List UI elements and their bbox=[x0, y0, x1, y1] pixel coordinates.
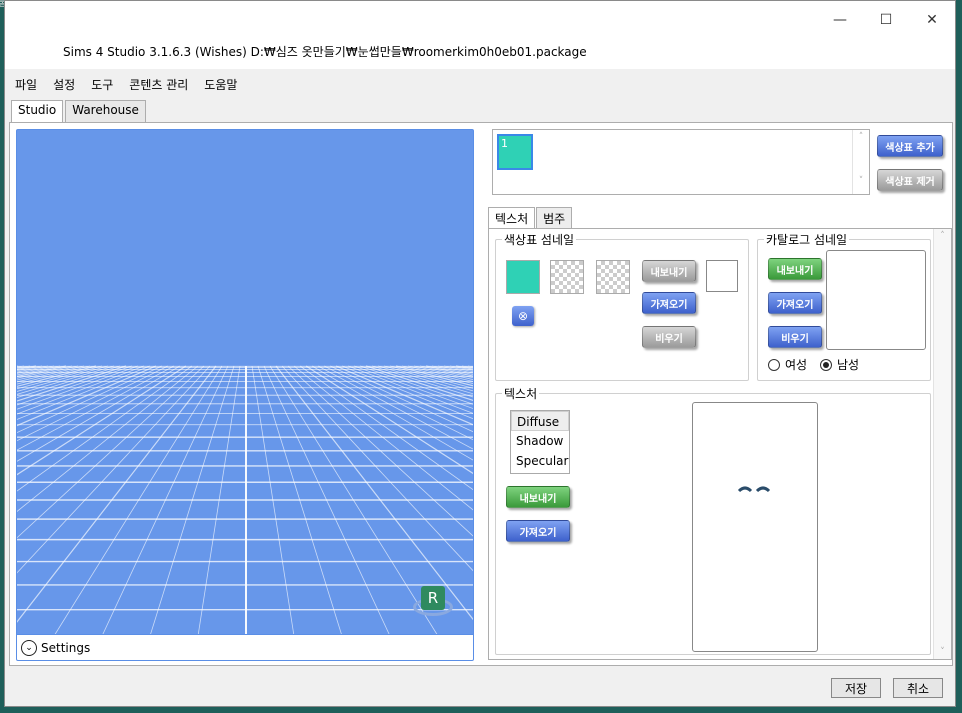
3d-viewport[interactable]: R ⌄ Settings bbox=[16, 129, 474, 661]
settings-label: Settings bbox=[41, 640, 91, 655]
gizmo-r-icon: R bbox=[421, 586, 445, 610]
swatch-thumbnail-group: 색상표 섬네일 내보내기 가져오기 비우기 ⊗ bbox=[495, 231, 749, 381]
cancel-button[interactable]: 취소 bbox=[893, 678, 943, 698]
swatch-editor: 1 ˄ ˅ 색상표 추가 색상표 제거 텍스처 범주 색상표 섬네일 내보내기 … bbox=[484, 123, 954, 667]
remove-swatch-button[interactable]: 색상표 제거 bbox=[877, 169, 943, 191]
texture-preview bbox=[692, 402, 818, 652]
catalog-thumbnail-group: 카탈로그 섬네일 내보내기 가져오기 비우기 여성 남성 bbox=[757, 231, 931, 381]
swatch-number: 1 bbox=[501, 137, 508, 150]
catalog-export-button[interactable]: 내보내기 bbox=[768, 258, 822, 280]
maximize-button[interactable]: ☐ bbox=[863, 7, 909, 33]
minimize-button[interactable]: — bbox=[817, 7, 863, 33]
catalog-clear-button[interactable]: 비우기 bbox=[768, 326, 822, 348]
menu-tools[interactable]: 도구 bbox=[91, 76, 113, 93]
swatch-thumbnail-color[interactable] bbox=[506, 260, 540, 294]
gender-male-option[interactable]: 남성 bbox=[820, 356, 859, 373]
texture-preview-image bbox=[737, 486, 771, 493]
gender-female-label: 여성 bbox=[785, 358, 808, 372]
texture-group: 텍스처 Diffuse Shadow Specular 내보내기 가져오기 bbox=[495, 385, 931, 655]
swatch-item[interactable]: 1 bbox=[497, 134, 533, 170]
texture-item-diffuse[interactable]: Diffuse bbox=[511, 411, 569, 431]
radio-female[interactable] bbox=[768, 358, 780, 371]
swatch-thumb-export-button[interactable]: 내보내기 bbox=[642, 260, 696, 282]
swatch-thumbnail-preview bbox=[706, 260, 738, 292]
swatch-thumbnail-title: 색상표 섬네일 bbox=[502, 231, 577, 248]
swatch-thumbnail-slot-2[interactable] bbox=[550, 260, 584, 294]
texture-export-button[interactable]: 내보내기 bbox=[506, 486, 570, 508]
add-swatch-button[interactable]: 색상표 추가 bbox=[877, 135, 943, 157]
menu-content-management[interactable]: 콘텐츠 관리 bbox=[129, 76, 188, 93]
texture-tab-content: 색상표 섬네일 내보내기 가져오기 비우기 ⊗ 카탈로그 섬네일 내보내기 가져… bbox=[488, 228, 952, 660]
catalog-thumbnail-preview bbox=[826, 250, 926, 350]
swatch-thumbnail-slot-3[interactable] bbox=[596, 260, 630, 294]
window-title: Sims 4 Studio 3.1.6.3 (Wishes) D:₩심즈 옷만들… bbox=[63, 45, 587, 59]
menu-bar: 파일 설정 도구 콘텐츠 관리 도움말 bbox=[5, 69, 955, 99]
gender-male-label: 남성 bbox=[837, 358, 860, 372]
rotate-gizmo[interactable]: R bbox=[413, 584, 453, 624]
menu-file[interactable]: 파일 bbox=[15, 76, 37, 93]
texture-import-button[interactable]: 가져오기 bbox=[506, 520, 570, 542]
studio-panel: R ⌄ Settings 1 ˄ ˅ 색상표 추가 색상표 제거 텍스처 범주 … bbox=[9, 122, 953, 666]
floor-grid bbox=[17, 365, 473, 636]
swatch-list[interactable]: 1 ˄ ˅ bbox=[492, 129, 870, 195]
swatch-list-scrollbar[interactable]: ˄ ˅ bbox=[852, 130, 869, 194]
tab-studio[interactable]: Studio bbox=[11, 100, 64, 123]
texture-list[interactable]: Diffuse Shadow Specular bbox=[510, 410, 570, 474]
chevron-down-icon: ⌄ bbox=[21, 639, 37, 656]
gender-female-option[interactable]: 여성 bbox=[768, 356, 807, 373]
swatch-thumb-import-button[interactable]: 가져오기 bbox=[642, 292, 696, 314]
tab-warehouse[interactable]: Warehouse bbox=[65, 100, 146, 122]
sub-tabs: 텍스처 범주 bbox=[488, 207, 573, 229]
main-tabs: Studio Warehouse bbox=[11, 100, 148, 123]
catalog-thumbnail-title: 카탈로그 섬네일 bbox=[764, 231, 850, 248]
tab-texture[interactable]: 텍스처 bbox=[488, 207, 536, 229]
radio-male[interactable] bbox=[820, 358, 832, 371]
menu-settings[interactable]: 설정 bbox=[53, 76, 75, 93]
texture-tab-scrollbar[interactable]: ˄ ˅ bbox=[933, 229, 951, 659]
texture-title: 텍스처 bbox=[502, 385, 540, 402]
settings-expander[interactable]: ⌄ Settings bbox=[17, 634, 473, 660]
close-button[interactable]: ✕ bbox=[909, 7, 955, 33]
remove-circle-icon[interactable]: ⊗ bbox=[512, 306, 534, 326]
tab-category[interactable]: 범주 bbox=[536, 207, 573, 228]
catalog-import-button[interactable]: 가져오기 bbox=[768, 292, 822, 314]
texture-item-shadow[interactable]: Shadow bbox=[511, 431, 569, 451]
save-button[interactable]: 저장 bbox=[831, 678, 881, 698]
menu-help[interactable]: 도움말 bbox=[204, 76, 237, 93]
title-bar: Sims 4 Studio 3.1.6.3 (Wishes) D:₩심즈 옷만들… bbox=[5, 1, 955, 69]
swatch-thumb-clear-button[interactable]: 비우기 bbox=[642, 326, 696, 348]
texture-item-specular[interactable]: Specular bbox=[511, 451, 569, 471]
app-window: Sims 4 Studio 3.1.6.3 (Wishes) D:₩심즈 옷만들… bbox=[4, 0, 956, 707]
